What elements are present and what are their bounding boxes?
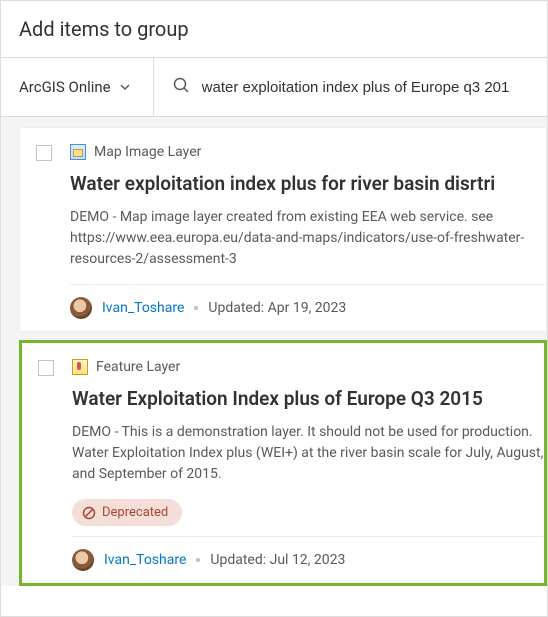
results-list: Map Image Layer Water exploitation index… (1, 117, 547, 586)
item-description: DEMO - This is a demonstration layer. It… (72, 422, 544, 485)
search-input[interactable] (202, 73, 537, 102)
item-type: Map Image Layer (70, 144, 546, 160)
deprecated-label: Deprecated (102, 505, 168, 520)
item-type-label: Map Image Layer (94, 144, 201, 160)
result-card[interactable]: Map Image Layer Water exploitation index… (19, 127, 547, 332)
scope-dropdown[interactable]: ArcGIS Online (1, 58, 154, 116)
separator-dot (196, 558, 200, 562)
author-link[interactable]: Ivan_Toshare (102, 300, 184, 316)
item-type: Feature Layer (72, 359, 544, 375)
author-link[interactable]: Ivan_Toshare (104, 552, 186, 568)
updated-date: Updated: Jul 12, 2023 (210, 552, 345, 568)
scope-label: ArcGIS Online (19, 78, 111, 96)
updated-date: Updated: Apr 19, 2023 (208, 300, 346, 316)
select-checkbox[interactable] (38, 360, 54, 376)
select-checkbox[interactable] (36, 145, 52, 161)
item-description: DEMO - Map image layer created from exis… (70, 207, 546, 270)
avatar (70, 297, 92, 319)
chevron-down-icon (119, 81, 131, 93)
deprecated-icon (82, 506, 96, 520)
item-type-label: Feature Layer (96, 359, 180, 375)
deprecated-badge: Deprecated (72, 499, 182, 526)
item-title[interactable]: Water Exploitation Index plus of Europe … (72, 387, 544, 410)
result-card[interactable]: Feature Layer Water Exploitation Index p… (19, 340, 547, 586)
toolbar: ArcGIS Online (1, 57, 547, 117)
search-icon (172, 76, 190, 98)
avatar (72, 549, 94, 571)
feature-layer-icon (72, 359, 88, 375)
dialog-title: Add items to group (1, 1, 547, 57)
map-image-layer-icon (70, 144, 86, 160)
search-field[interactable] (154, 58, 547, 116)
item-meta: Ivan_Toshare Updated: Jul 12, 2023 (72, 536, 544, 583)
item-title[interactable]: Water exploitation index plus for river … (70, 172, 546, 195)
item-meta: Ivan_Toshare Updated: Apr 19, 2023 (70, 284, 546, 331)
separator-dot (194, 306, 198, 310)
